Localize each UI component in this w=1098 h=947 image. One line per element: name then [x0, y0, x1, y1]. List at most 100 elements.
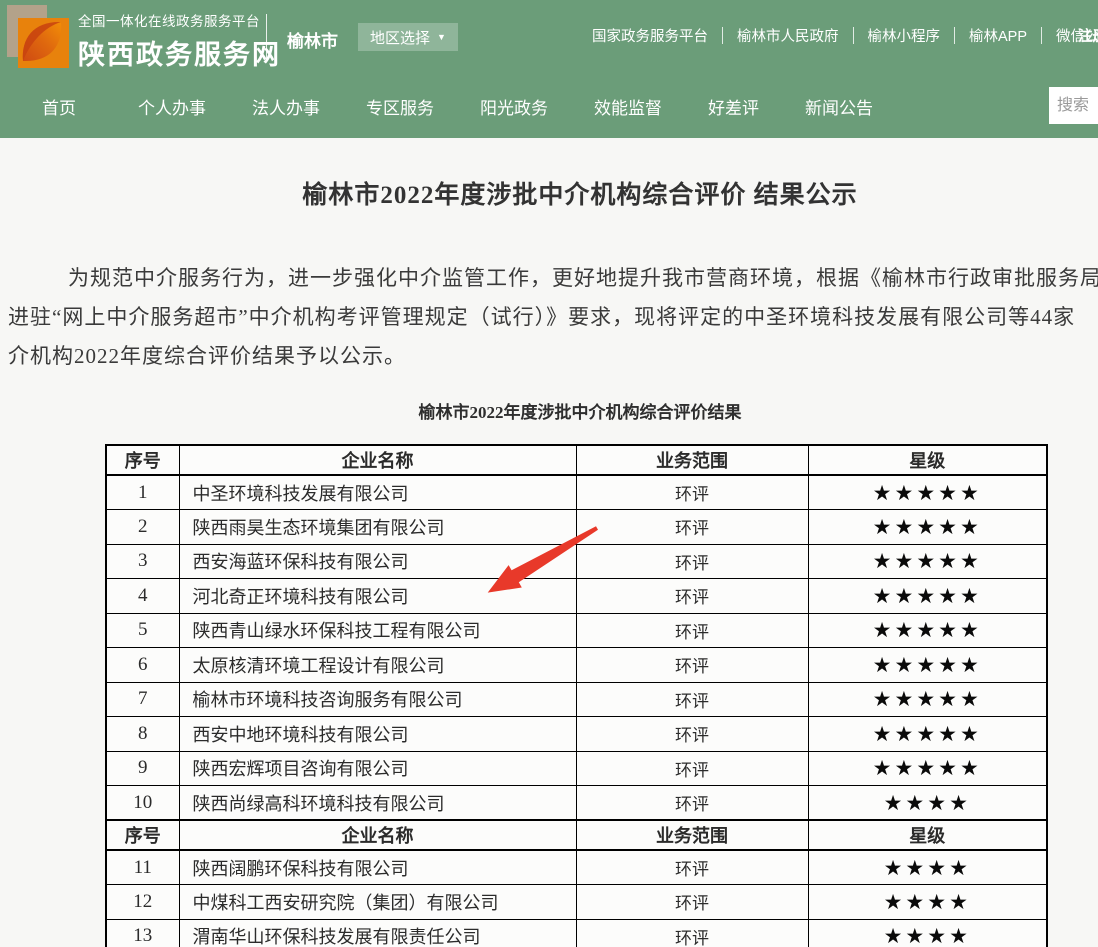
- company-name: 西安海蓝环保科技有限公司: [179, 544, 576, 579]
- column-header: 企业名称: [179, 445, 576, 475]
- row-number: 13: [106, 919, 179, 947]
- table-row: 4河北奇正环境科技有限公司环评★★★★★: [106, 579, 1047, 614]
- nav-item: 阳光政务: [480, 94, 548, 119]
- top-links: 国家政务服务平台榆林市人民政府榆林小程序榆林APP微信公众号: [578, 25, 1098, 46]
- star-rating: ★★★★★: [808, 510, 1047, 545]
- star-rating: ★★★★★: [808, 682, 1047, 717]
- main-nav: 首页 个人办事 法人办事 专区服务 阳光政务 效能监督 好差评 新闻公告: [0, 75, 1098, 138]
- nav-item-link[interactable]: 好差评: [708, 99, 759, 118]
- site-header: 全国一体化在线政务服务平台 陕西政务服务网 榆林市 地区选择 ▼ 国家政务服务平…: [0, 0, 1098, 75]
- paragraph-line: 为规范中介服务行为，进一步强化中介监管工作，更好地提升我市营商环境，根据《榆林市…: [8, 259, 1098, 298]
- nav-list: 首页 个人办事 法人办事 专区服务 阳光政务 效能监督 好差评 新闻公告: [42, 75, 873, 138]
- row-number: 6: [106, 648, 179, 683]
- business-scope: 环评: [576, 885, 808, 920]
- table-row: 12中煤科工西安研究院（集团）有限公司环评★★★★: [106, 885, 1047, 920]
- site-logo-icon[interactable]: [7, 5, 69, 69]
- nav-item-link[interactable]: 阳光政务: [480, 99, 548, 118]
- table-row: 13渭南华山环保科技发展有限责任公司环评★★★★: [106, 919, 1047, 947]
- register-link[interactable]: 注册: [1078, 25, 1098, 46]
- business-scope: 环评: [576, 717, 808, 752]
- business-scope: 环评: [576, 579, 808, 614]
- table-row: 7榆林市环境科技咨询服务有限公司环评★★★★★: [106, 682, 1047, 717]
- table-row: 6太原核清环境工程设计有限公司环评★★★★★: [106, 648, 1047, 683]
- star-rating: ★★★★★: [808, 475, 1047, 510]
- star-rating: ★★★★★: [808, 579, 1047, 614]
- paragraph-line: 介机构2022年度综合评价结果予以公示。: [8, 337, 1098, 376]
- chevron-down-icon: ▼: [437, 33, 446, 42]
- site-name: 陕西政务服务网: [78, 33, 281, 72]
- business-scope: 环评: [576, 510, 808, 545]
- region-select-button[interactable]: 地区选择 ▼: [358, 23, 458, 51]
- column-header: 业务范围: [576, 820, 808, 850]
- row-number: 7: [106, 682, 179, 717]
- nav-item: 个人办事: [138, 94, 206, 119]
- business-scope: 环评: [576, 786, 808, 821]
- row-number: 9: [106, 751, 179, 786]
- column-header: 序号: [106, 445, 179, 475]
- star-rating: ★★★★: [808, 850, 1047, 885]
- nav-item-link[interactable]: 个人办事: [138, 99, 206, 118]
- business-scope: 环评: [576, 751, 808, 786]
- announcement-paragraph: 为规范中介服务行为，进一步强化中介监管工作，更好地提升我市营商环境，根据《榆林市…: [8, 259, 1098, 376]
- column-header: 星级: [808, 445, 1047, 475]
- row-number: 3: [106, 544, 179, 579]
- row-number: 8: [106, 717, 179, 752]
- company-name: 中煤科工西安研究院（集团）有限公司: [179, 885, 576, 920]
- region-select-label: 地区选择: [370, 27, 430, 48]
- star-rating: ★★★★★: [808, 717, 1047, 752]
- brand-text: 全国一体化在线政务服务平台 陕西政务服务网: [78, 10, 281, 72]
- announcement-article: 榆林市2022年度涉批中介机构综合评价 结果公示 为规范中介服务行为，进一步强化…: [0, 175, 1098, 947]
- nav-item: 新闻公告: [805, 94, 873, 119]
- company-name: 太原核清环境工程设计有限公司: [179, 648, 576, 683]
- column-header: 业务范围: [576, 445, 808, 475]
- company-name: 西安中地环境科技有限公司: [179, 717, 576, 752]
- nav-item: 专区服务: [366, 94, 434, 119]
- company-name: 陕西阔鹏环保科技有限公司: [179, 850, 576, 885]
- table-row: 11陕西阔鹏环保科技有限公司环评★★★★: [106, 850, 1047, 885]
- star-rating: ★★★★★: [808, 751, 1047, 786]
- row-number: 2: [106, 510, 179, 545]
- search-box: [1049, 87, 1098, 124]
- nav-item: 效能监督: [594, 94, 662, 119]
- evaluation-table: 序号企业名称业务范围星级1中圣环境科技发展有限公司环评★★★★★2陕西雨昊生态环…: [105, 444, 1048, 947]
- business-scope: 环评: [576, 475, 808, 510]
- company-name: 榆林市环境科技咨询服务有限公司: [179, 682, 576, 717]
- nav-item-link[interactable]: 法人办事: [252, 99, 320, 118]
- top-link[interactable]: 榆林小程序: [854, 25, 955, 46]
- table-row: 10陕西尚绿高科环境科技有限公司环评★★★★: [106, 786, 1047, 821]
- company-name: 中圣环境科技发展有限公司: [179, 475, 576, 510]
- star-rating: ★★★★★: [808, 544, 1047, 579]
- top-link[interactable]: 国家政务服务平台: [578, 25, 722, 46]
- content-area: 榆林市2022年度涉批中介机构综合评价 结果公示 为规范中介服务行为，进一步强化…: [0, 138, 1098, 947]
- search-input[interactable]: [1049, 87, 1098, 124]
- business-scope: 环评: [576, 613, 808, 648]
- current-city-label: 榆林市: [287, 27, 338, 52]
- nav-item-link[interactable]: 效能监督: [594, 99, 662, 118]
- table-row: 8西安中地环境科技有限公司环评★★★★★: [106, 717, 1047, 752]
- table-row: 5陕西青山绿水环保科技工程有限公司环评★★★★★: [106, 613, 1047, 648]
- nav-item: 首页: [42, 94, 76, 119]
- company-name: 陕西雨昊生态环境集团有限公司: [179, 510, 576, 545]
- business-scope: 环评: [576, 648, 808, 683]
- business-scope: 环评: [576, 682, 808, 717]
- top-link[interactable]: 榆林市人民政府: [723, 25, 853, 46]
- table-header-row: 序号企业名称业务范围星级: [106, 820, 1047, 850]
- top-link[interactable]: 榆林APP: [955, 25, 1041, 46]
- row-number: 12: [106, 885, 179, 920]
- platform-label: 全国一体化在线政务服务平台: [78, 10, 281, 30]
- row-number: 11: [106, 850, 179, 885]
- table-row: 2陕西雨昊生态环境集团有限公司环评★★★★★: [106, 510, 1047, 545]
- company-name: 陕西青山绿水环保科技工程有限公司: [179, 613, 576, 648]
- paragraph-line: 进驻“网上中介服务超市”中介机构考评管理规定（试行）》要求，现将评定的中圣环境科…: [8, 298, 1098, 337]
- nav-item-link[interactable]: 新闻公告: [805, 99, 873, 118]
- table-row: 3西安海蓝环保科技有限公司环评★★★★★: [106, 544, 1047, 579]
- row-number: 4: [106, 579, 179, 614]
- business-scope: 环评: [576, 544, 808, 579]
- row-number: 5: [106, 613, 179, 648]
- column-header: 星级: [808, 820, 1047, 850]
- star-rating: ★★★★: [808, 919, 1047, 947]
- nav-item-link[interactable]: 首页: [42, 99, 76, 118]
- nav-item-link[interactable]: 专区服务: [366, 99, 434, 118]
- table-header-row: 序号企业名称业务范围星级: [106, 445, 1047, 475]
- page-title: 榆林市2022年度涉批中介机构综合评价 结果公示: [0, 175, 1098, 211]
